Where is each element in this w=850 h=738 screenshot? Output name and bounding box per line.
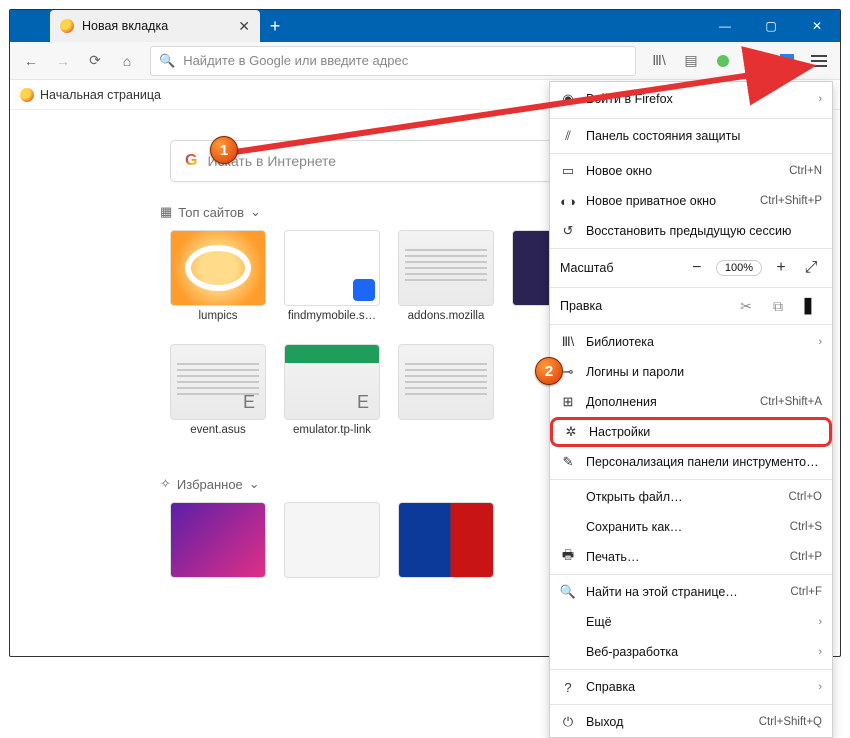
bookmark-home[interactable]: Начальная страница: [40, 88, 161, 102]
menu-button[interactable]: [804, 46, 834, 76]
print-icon: 🖶: [560, 549, 576, 565]
chevron-right-icon: ›: [818, 681, 822, 693]
chevron-right-icon: ›: [818, 646, 822, 658]
maximize-button[interactable]: ▢: [748, 10, 794, 42]
close-window-button[interactable]: ✕: [794, 10, 840, 42]
forward-button[interactable]: →: [48, 46, 78, 76]
power-icon: ⏻: [560, 714, 576, 730]
gear-icon: ✲: [563, 424, 579, 440]
app-menu: ◉ Войти в Firefox › ⫽ Панель состояния з…: [549, 81, 833, 738]
chevron-down-icon: ⌄: [249, 476, 260, 492]
toolbar: ← → ⟳ ⌂ 🔍 Найдите в Google или введите а…: [10, 42, 840, 80]
menu-restore-session[interactable]: ↺ Восстановить предыдущую сессию: [550, 216, 832, 246]
search-icon: 🔍: [159, 53, 175, 69]
back-button[interactable]: ←: [16, 46, 46, 76]
menu-settings[interactable]: ✲ Настройки: [550, 417, 832, 447]
menu-exit[interactable]: ⏻ ВыходCtrl+Shift+Q: [550, 707, 832, 737]
menu-webdev[interactable]: Веб-разработка›: [550, 637, 832, 667]
tab-title: Новая вкладка: [82, 19, 168, 33]
home-button[interactable]: ⌂: [112, 46, 142, 76]
menu-customize[interactable]: ✎ Персонализация панели инструментов…: [550, 447, 832, 477]
site-tile[interactable]: [170, 502, 266, 578]
cut-icon[interactable]: ✂: [734, 298, 758, 315]
sidebar-icon[interactable]: ▤: [676, 46, 706, 76]
account-icon[interactable]: [708, 46, 738, 76]
menu-edit: Правка ✂ ⧉ ▋: [550, 290, 832, 322]
minimize-button[interactable]: —: [702, 10, 748, 42]
browser-tab[interactable]: Новая вкладка ✕: [50, 10, 260, 42]
menu-library[interactable]: Ⅲ\ Библиотека ›: [550, 327, 832, 357]
url-bar[interactable]: 🔍 Найдите в Google или введите адрес: [150, 46, 636, 76]
search-icon: 🔍: [560, 584, 576, 600]
menu-new-private[interactable]: ◐◑ Новое приватное окно Ctrl+Shift+P: [550, 186, 832, 216]
site-tile[interactable]: [284, 502, 380, 578]
help-icon: ?: [560, 679, 576, 695]
mask-icon: ◐◑: [560, 193, 576, 209]
site-tile[interactable]: Eevent.asus: [170, 344, 266, 436]
zoom-in-button[interactable]: +: [770, 259, 792, 277]
chevron-right-icon: ›: [818, 336, 822, 348]
extension-icon[interactable]: [740, 46, 770, 76]
site-tile[interactable]: [398, 344, 494, 436]
close-tab-icon[interactable]: ✕: [238, 18, 250, 35]
site-tile[interactable]: lumpics: [170, 230, 266, 322]
site-tile[interactable]: Eemulator.tp-link: [284, 344, 380, 436]
star-icon: ✧: [160, 476, 171, 492]
chevron-right-icon: ›: [818, 616, 822, 628]
menu-zoom: Масштаб − 100% + ⤢: [550, 251, 832, 285]
urlbar-placeholder: Найдите в Google или введите адрес: [183, 53, 408, 68]
library-icon: Ⅲ\: [560, 334, 576, 350]
menu-new-window[interactable]: ▭ Новое окно Ctrl+N: [550, 156, 832, 186]
grid-icon: ▦: [160, 204, 172, 220]
chevron-down-icon: ⌄: [250, 204, 261, 220]
chevron-right-icon: ›: [818, 93, 822, 105]
site-tile[interactable]: addons.mozilla: [398, 230, 494, 322]
firefox-icon: [60, 19, 74, 33]
annotation-marker-1: 1: [210, 136, 238, 164]
menu-addons[interactable]: ⊞ Дополнения Ctrl+Shift+A: [550, 387, 832, 417]
puzzle-icon: ⊞: [560, 394, 576, 410]
brush-icon: ✎: [560, 454, 576, 470]
user-icon: ◉: [560, 91, 576, 107]
menu-print[interactable]: 🖶 Печать…Ctrl+P: [550, 542, 832, 572]
menu-save-as[interactable]: Сохранить как…Ctrl+S: [550, 512, 832, 542]
fullscreen-button[interactable]: ⤢: [800, 259, 822, 277]
new-tab-button[interactable]: +: [260, 10, 290, 42]
reload-button[interactable]: ⟳: [80, 46, 110, 76]
menu-signin[interactable]: ◉ Войти в Firefox ›: [550, 82, 832, 116]
menu-protection[interactable]: ⫽ Панель состояния защиты: [550, 121, 832, 151]
menu-open-file[interactable]: Открыть файл…Ctrl+O: [550, 482, 832, 512]
google-icon: G: [185, 152, 197, 170]
paste-icon[interactable]: ▋: [798, 298, 822, 315]
app-icon[interactable]: [772, 46, 802, 76]
titlebar: Новая вкладка ✕ + — ▢ ✕: [10, 10, 840, 42]
window-controls: — ▢ ✕: [702, 10, 840, 42]
shield-icon: ⫽: [560, 128, 576, 144]
menu-logins[interactable]: ⊸ Логины и пароли: [550, 357, 832, 387]
restore-icon: ↺: [560, 223, 576, 239]
menu-find[interactable]: 🔍 Найти на этой странице…Ctrl+F: [550, 577, 832, 607]
annotation-marker-2: 2: [535, 357, 563, 385]
site-tile[interactable]: findmymobile.s…: [284, 230, 380, 322]
library-icon[interactable]: Ⅲ\: [644, 46, 674, 76]
menu-more[interactable]: Ещё›: [550, 607, 832, 637]
menu-help[interactable]: ? Справка›: [550, 672, 832, 702]
copy-icon[interactable]: ⧉: [766, 298, 790, 315]
zoom-out-button[interactable]: −: [686, 259, 708, 277]
site-tile[interactable]: [398, 502, 494, 578]
window-icon: ▭: [560, 163, 576, 179]
firefox-icon: [20, 88, 34, 102]
zoom-level[interactable]: 100%: [716, 260, 762, 276]
